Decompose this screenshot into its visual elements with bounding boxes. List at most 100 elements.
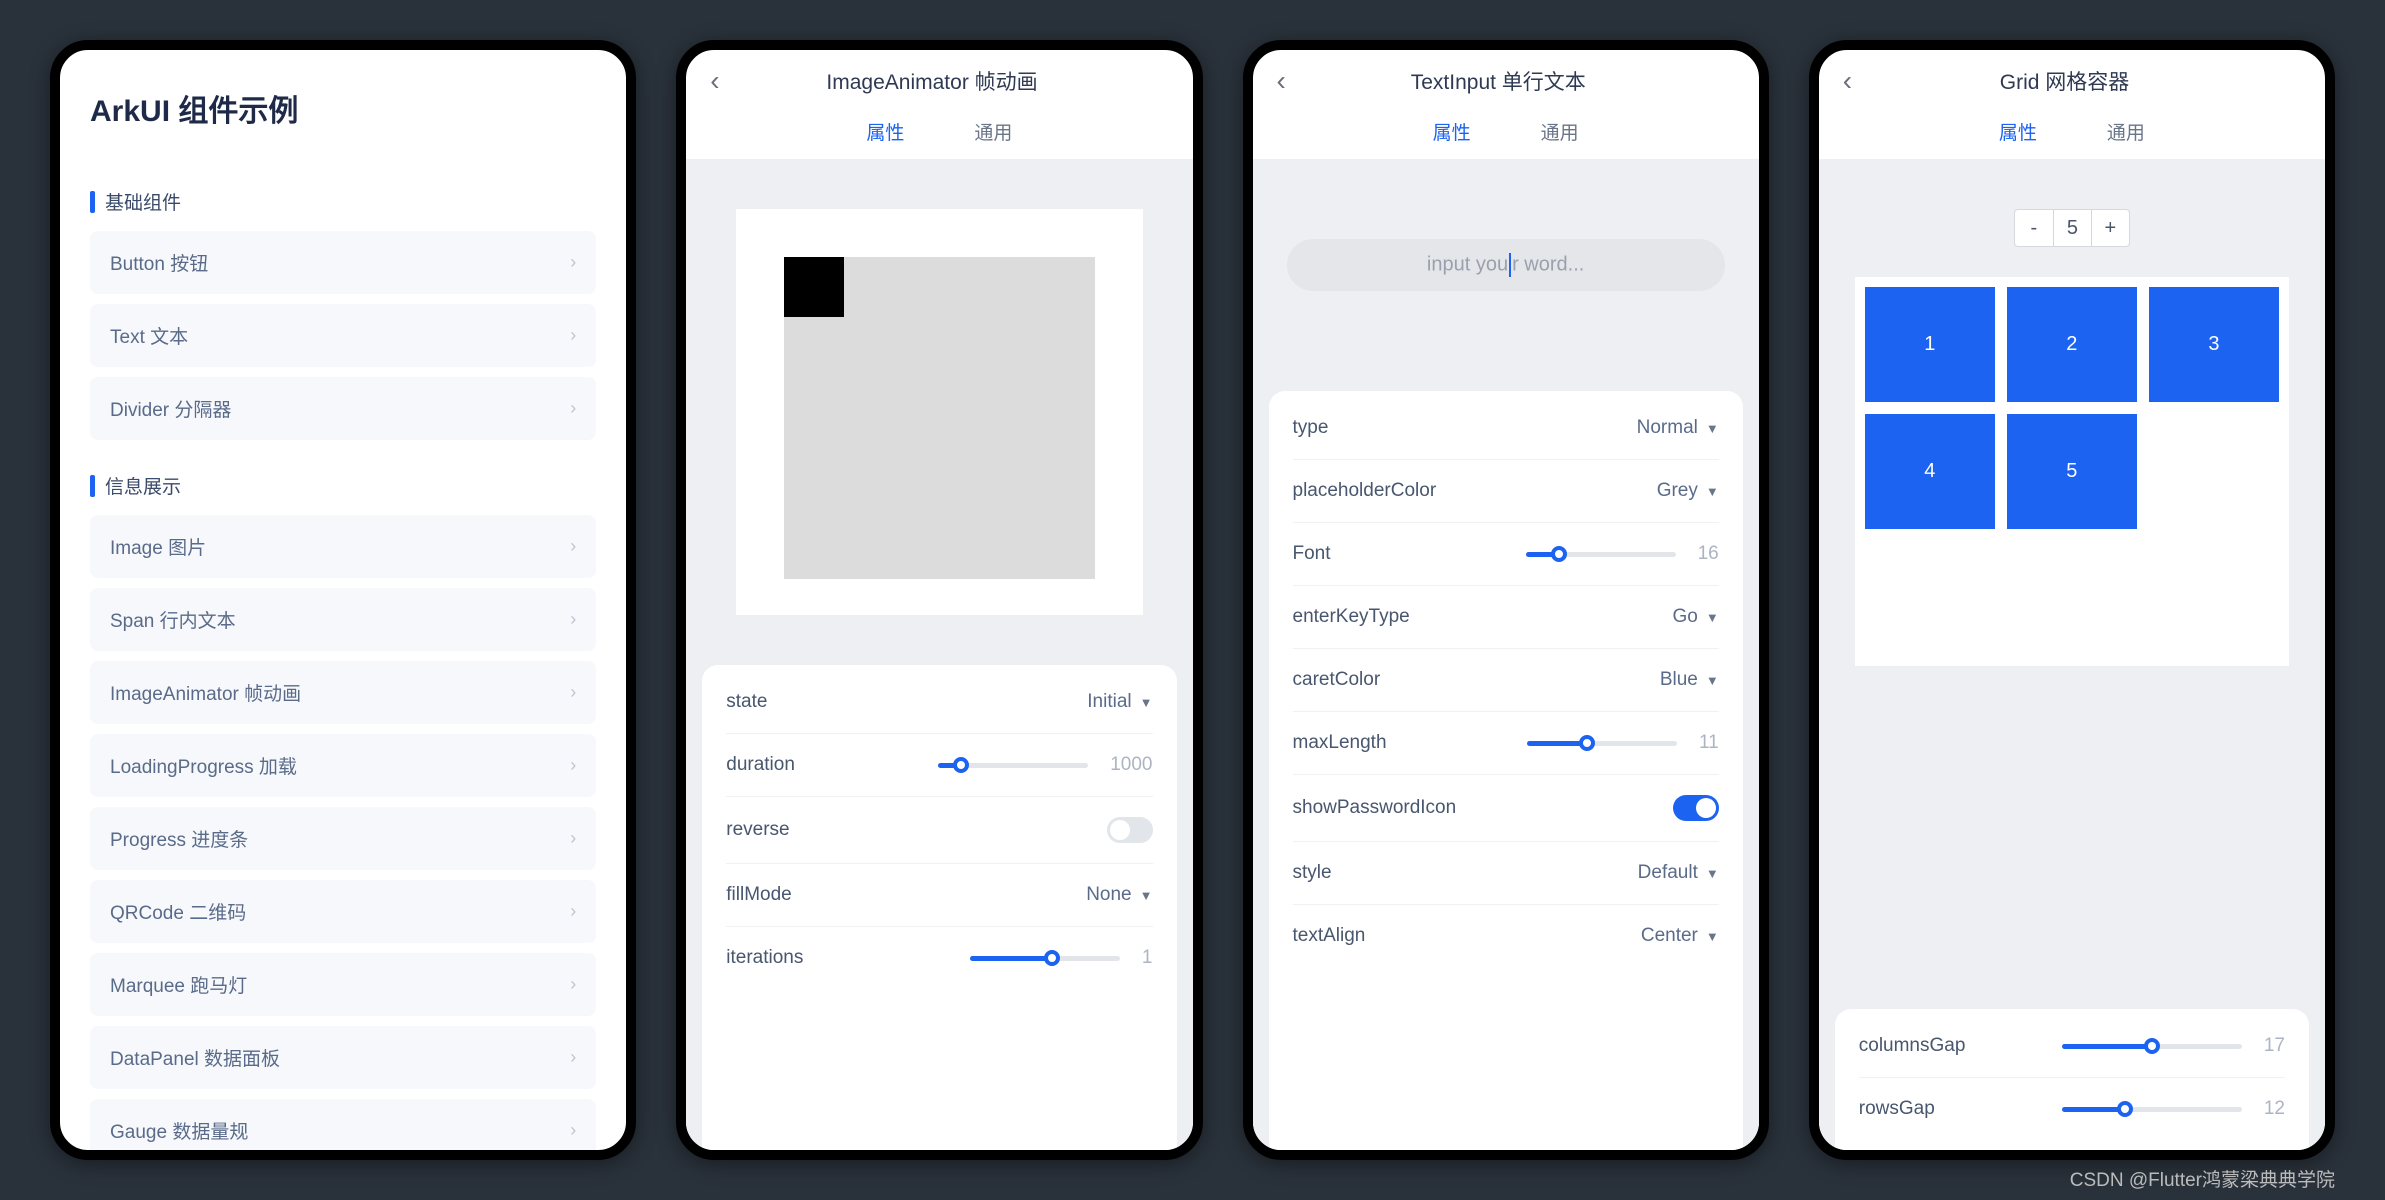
- tabs: 属性 通用: [1819, 108, 2325, 159]
- content-area: - 5 + 12345 columnsGap 17 rowsGap: [1819, 159, 2325, 1150]
- reverse-toggle[interactable]: [1107, 817, 1153, 843]
- prop-state[interactable]: state Initial ▼: [726, 671, 1152, 734]
- nav-item-label: Span 行内文本: [110, 606, 236, 633]
- chevron-right-icon: ›: [570, 252, 576, 273]
- chevron-right-icon: ›: [570, 755, 576, 776]
- header: ‹ ImageAnimator 帧动画: [686, 50, 1192, 108]
- back-icon[interactable]: ‹: [1843, 67, 1852, 95]
- prop-label: reverse: [726, 819, 789, 841]
- nav-item-label: Progress 进度条: [110, 825, 248, 852]
- section-info-display: 信息展示: [90, 472, 596, 499]
- chevron-right-icon: ›: [570, 828, 576, 849]
- nav-item[interactable]: LoadingProgress 加载›: [90, 734, 596, 797]
- nav-item[interactable]: Button 按钮 ›: [90, 231, 596, 294]
- chevron-down-icon: ▼: [1140, 888, 1153, 903]
- content-area: state Initial ▼ duration 1000 reverse: [686, 159, 1192, 1150]
- stepper-minus[interactable]: -: [2015, 210, 2053, 246]
- grid-cell[interactable]: 1: [1865, 287, 1995, 402]
- rowsgap-slider[interactable]: [2062, 1107, 2242, 1112]
- chevron-right-icon: ›: [570, 682, 576, 703]
- prop-type[interactable]: type Normal▼: [1293, 397, 1719, 460]
- grid-cell[interactable]: 3: [2149, 287, 2279, 402]
- preview-area: - 5 + 12345: [1819, 159, 2325, 1009]
- phone-grid: ‹ Grid 网格容器 属性 通用 - 5 + 12345 columnsGap: [1809, 40, 2335, 1160]
- section-basic: 基础组件: [90, 188, 596, 215]
- tab-common[interactable]: 通用: [2107, 118, 2145, 145]
- properties-panel: state Initial ▼ duration 1000 reverse: [702, 665, 1176, 1150]
- grid-cell[interactable]: 2: [2007, 287, 2137, 402]
- nav-item-label: Text 文本: [110, 322, 188, 349]
- chevron-down-icon: ▼: [1706, 866, 1719, 881]
- tab-attributes[interactable]: 属性: [1433, 118, 1471, 145]
- tab-common[interactable]: 通用: [1541, 118, 1579, 145]
- prop-columnsgap: columnsGap 17: [1859, 1015, 2285, 1078]
- grid-cell[interactable]: 5: [2007, 414, 2137, 529]
- columnsgap-slider[interactable]: [2062, 1044, 2242, 1049]
- nav-item-label: Marquee 跑马灯: [110, 971, 247, 998]
- chevron-right-icon: ›: [570, 609, 576, 630]
- maxlength-slider[interactable]: [1527, 741, 1677, 746]
- preview-area: input your word...: [1253, 159, 1759, 391]
- grid-cell[interactable]: 4: [1865, 414, 1995, 529]
- prop-font: Font 16: [1293, 523, 1719, 586]
- chevron-down-icon: ▼: [1140, 695, 1153, 710]
- prop-label: duration: [726, 754, 795, 776]
- back-icon[interactable]: ‹: [710, 67, 719, 95]
- phone-component-list: ArkUI 组件示例 基础组件 Button 按钮›Text 文本›Divide…: [50, 40, 636, 1160]
- showpasswordicon-toggle[interactable]: [1673, 795, 1719, 821]
- text-input-field[interactable]: input your word...: [1287, 239, 1725, 291]
- nav-item[interactable]: DataPanel 数据面板›: [90, 1026, 596, 1089]
- text-caret: [1509, 253, 1511, 277]
- iterations-slider[interactable]: [970, 956, 1120, 961]
- prop-duration: duration 1000: [726, 734, 1152, 797]
- chevron-right-icon: ›: [570, 1120, 576, 1141]
- prop-enterkeytype[interactable]: enterKeyType Go▼: [1293, 586, 1719, 649]
- nav-item[interactable]: Marquee 跑马灯›: [90, 953, 596, 1016]
- cell-count-stepper: - 5 +: [2014, 209, 2130, 247]
- nav-item[interactable]: QRCode 二维码›: [90, 880, 596, 943]
- nav-item[interactable]: Span 行内文本 ›: [90, 588, 596, 651]
- prop-textalign[interactable]: textAlign Center▼: [1293, 905, 1719, 967]
- prop-caretcolor[interactable]: caretColor Blue▼: [1293, 649, 1719, 712]
- nav-item-label: Button 按钮: [110, 249, 208, 276]
- back-icon[interactable]: ‹: [1277, 67, 1286, 95]
- prop-label: fillMode: [726, 884, 791, 906]
- header: ‹ TextInput 单行文本: [1253, 50, 1759, 108]
- prop-showpasswordicon: showPasswordIcon: [1293, 775, 1719, 842]
- prop-maxlength: maxLength 11: [1293, 712, 1719, 775]
- chevron-down-icon: ▼: [1706, 421, 1719, 436]
- tab-common[interactable]: 通用: [974, 118, 1012, 145]
- canvas: [736, 209, 1142, 615]
- chevron-down-icon: ▼: [1706, 610, 1719, 625]
- chevron-down-icon: ▼: [1706, 673, 1719, 688]
- nav-item[interactable]: Image 图片›: [90, 515, 596, 578]
- header: ‹ Grid 网格容器: [1819, 50, 2325, 108]
- prop-placeholder-color[interactable]: placeholderColor Grey▼: [1293, 460, 1719, 523]
- prop-label: state: [726, 691, 767, 713]
- nav-item[interactable]: Divider 分隔器›: [90, 377, 596, 440]
- nav-item-label: ImageAnimator 帧动画: [110, 679, 301, 706]
- nav-item-label: Image 图片: [110, 533, 206, 560]
- tab-attributes[interactable]: 属性: [1999, 118, 2037, 145]
- prop-style[interactable]: style Default▼: [1293, 842, 1719, 905]
- stepper-plus[interactable]: +: [2091, 210, 2129, 246]
- nav-item[interactable]: ImageAnimator 帧动画 ›: [90, 661, 596, 724]
- tabs: 属性 通用: [1253, 108, 1759, 159]
- tab-attributes[interactable]: 属性: [866, 118, 904, 145]
- page-title: TextInput 单行文本: [1286, 66, 1735, 96]
- chevron-down-icon: ▼: [1706, 929, 1719, 944]
- nav-item[interactable]: Text 文本 ›: [90, 304, 596, 367]
- duration-slider[interactable]: [938, 763, 1088, 768]
- prop-fillmode[interactable]: fillMode None ▼: [726, 864, 1152, 927]
- font-slider[interactable]: [1526, 552, 1676, 557]
- stepper-value: 5: [2053, 210, 2091, 246]
- nav-item[interactable]: Gauge 数据量规›: [90, 1099, 596, 1160]
- nav-item[interactable]: Progress 进度条 ›: [90, 807, 596, 870]
- chevron-right-icon: ›: [570, 325, 576, 346]
- grid-preview: 123 45: [1855, 277, 2289, 666]
- page-title: ImageAnimator 帧动画: [720, 66, 1169, 96]
- prop-value: Initial ▼: [1087, 691, 1152, 713]
- chevron-down-icon: ▼: [1706, 484, 1719, 499]
- chevron-right-icon: ›: [570, 398, 576, 419]
- animator-frame-block: [784, 257, 844, 317]
